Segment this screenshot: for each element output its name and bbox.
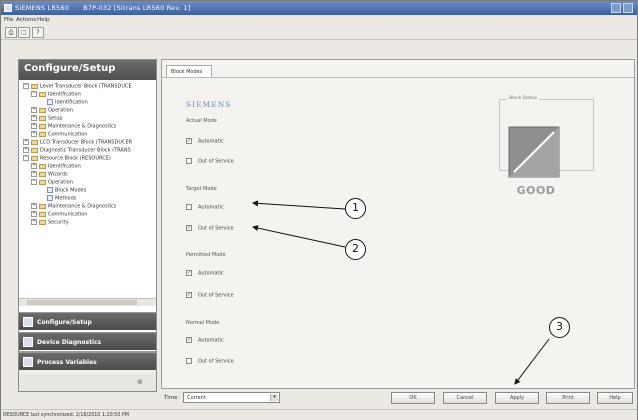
ok-button[interactable]: OK xyxy=(391,392,435,404)
button-bar: Time Current ▾ OK Cancel Apply Print Hel… xyxy=(161,389,637,408)
cancel-button[interactable]: Cancel xyxy=(443,392,487,404)
help-button[interactable]: Help xyxy=(597,392,633,404)
main-window: SIEMENS LR560 B7P-032 [Sitrans LR560 Rev.… xyxy=(0,0,638,420)
print-button[interactable]: Print xyxy=(546,392,590,404)
annotation-overlay xyxy=(252,200,550,385)
callout-1: 1 xyxy=(345,198,366,219)
time-select[interactable]: Current ▾ xyxy=(183,392,280,403)
callout-2: 2 xyxy=(345,239,366,260)
callout-3: 3 xyxy=(549,317,570,338)
time-label: Time xyxy=(164,395,178,401)
arrow-1 xyxy=(252,200,346,210)
chevron-down-icon[interactable]: ▾ xyxy=(270,394,278,401)
arrow-2 xyxy=(252,225,346,248)
time-select-value: Current xyxy=(187,395,206,401)
apply-button[interactable]: Apply xyxy=(495,392,539,404)
arrow-3 xyxy=(514,338,550,385)
status-bar: RESOURCE last synchronized: 2/16/2010 1:… xyxy=(1,409,637,420)
